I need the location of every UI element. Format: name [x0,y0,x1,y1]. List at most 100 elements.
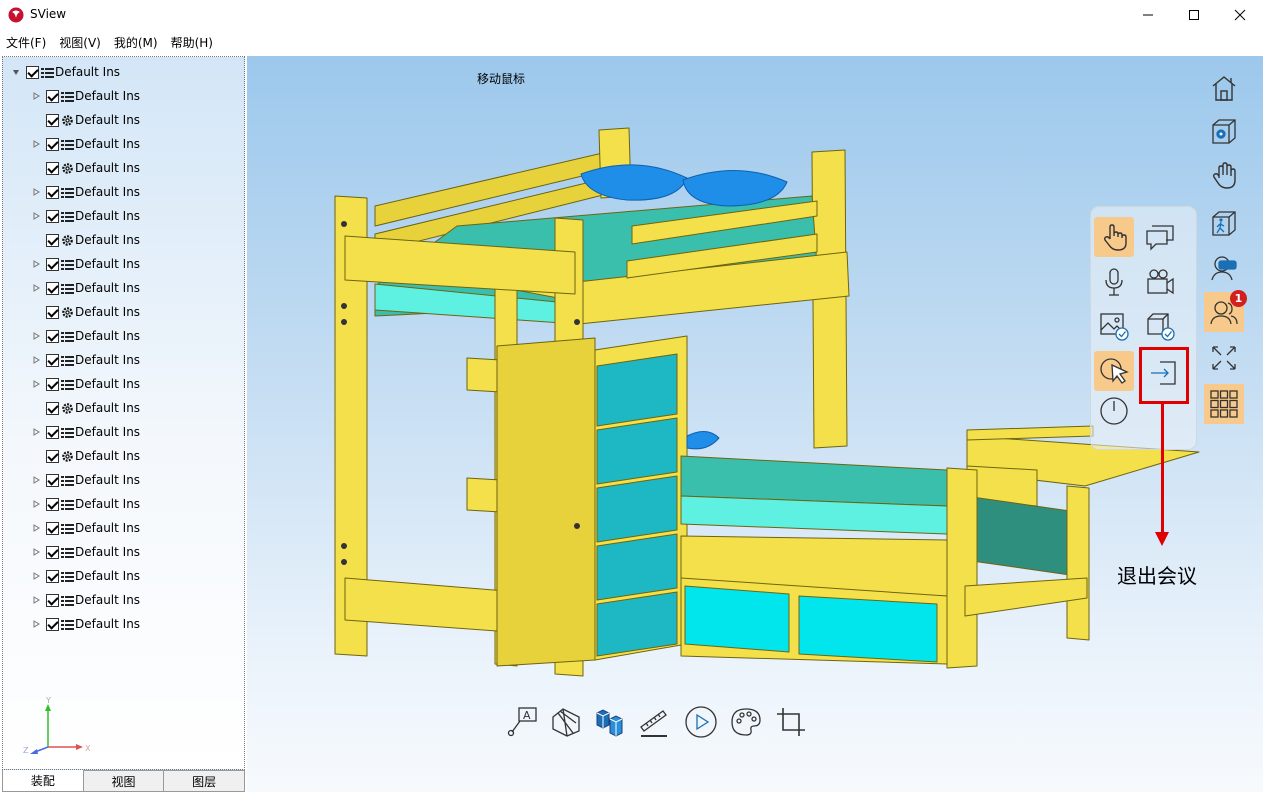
tab-assembly[interactable]: 装配 [2,770,84,792]
tree-node[interactable]: Default Ins [31,108,140,132]
visibility-checkbox[interactable] [46,473,59,487]
expand-toggle-icon[interactable] [31,619,41,629]
visibility-checkbox[interactable] [46,569,59,583]
3d-viewport[interactable]: 移动鼠标 1 退出会议 A [247,56,1263,792]
expand-toggle-icon[interactable] [31,91,41,101]
tree-node[interactable]: Default Ins [31,348,140,372]
expand-toggle-icon[interactable] [31,211,41,221]
expand-toggle-icon[interactable] [31,331,41,341]
expand-toggle-icon[interactable] [31,547,41,557]
play-animation-button[interactable] [683,704,719,740]
visibility-checkbox[interactable] [26,65,39,79]
explode-view-button[interactable] [592,704,628,740]
tree-node[interactable]: Default Ins [31,468,140,492]
maximize-button[interactable] [1171,0,1217,30]
timer-button[interactable] [1094,391,1134,431]
chat-button[interactable] [1140,217,1180,257]
menu-help[interactable]: 帮助(H) [171,34,213,51]
expand-toggle-icon[interactable] [31,523,41,533]
menu-file[interactable]: 文件(F) [6,34,46,51]
visibility-checkbox[interactable] [46,449,59,463]
visibility-checkbox[interactable] [46,209,59,223]
visibility-checkbox[interactable] [46,377,59,391]
visibility-checkbox[interactable] [46,521,59,535]
visibility-checkbox[interactable] [46,257,59,271]
tree-node[interactable]: Default Ins [31,324,140,348]
tree-node[interactable]: Default Ins [31,180,140,204]
visibility-checkbox[interactable] [46,137,59,151]
expand-toggle-icon[interactable] [31,475,41,485]
visibility-checkbox[interactable] [46,329,59,343]
visibility-checkbox[interactable] [46,89,59,103]
visibility-checkbox[interactable] [46,353,59,367]
fullscreen-button[interactable] [1204,338,1244,378]
expand-toggle-icon[interactable] [31,187,41,197]
expand-toggle-icon[interactable] [11,67,21,77]
visibility-checkbox[interactable] [46,185,59,199]
tree-node[interactable]: Default Ins [31,540,140,564]
microphone-button[interactable] [1094,262,1134,302]
close-button[interactable] [1217,0,1263,30]
tree-node[interactable]: Default Ins [31,156,140,180]
section-view-button[interactable] [548,704,584,740]
vr-button[interactable] [1204,248,1244,288]
tree-node[interactable]: Default Ins [31,588,140,612]
expand-toggle-icon[interactable] [31,139,41,149]
share-image-button[interactable] [1094,306,1134,346]
measure-button[interactable] [636,704,672,740]
visibility-checkbox[interactable] [46,113,59,127]
tree-node[interactable]: Default Ins [31,516,140,540]
visibility-checkbox[interactable] [46,593,59,607]
minimize-button[interactable] [1125,0,1171,30]
visibility-checkbox[interactable] [46,281,59,295]
visibility-checkbox[interactable] [46,545,59,559]
tree-node[interactable]: Default Ins [31,228,140,252]
tree-node[interactable]: Default Ins [31,276,140,300]
view-settings-button[interactable] [1204,112,1244,152]
tree-node[interactable]: Default Ins [31,372,140,396]
menu-view[interactable]: 视图(V) [59,34,101,51]
tree-node[interactable]: Default Ins [11,60,120,84]
tab-views[interactable]: 视图 [83,770,165,792]
raise-hand-button[interactable] [1094,217,1134,257]
pointer-button[interactable] [1094,351,1134,391]
expand-toggle-icon[interactable] [31,427,41,437]
expand-toggle-icon[interactable] [31,259,41,269]
tree-node[interactable]: Default Ins [31,84,140,108]
video-button[interactable] [1140,262,1180,302]
expand-toggle-icon[interactable] [31,595,41,605]
tree-node[interactable]: Default Ins [31,204,140,228]
tree-node[interactable]: Default Ins [31,300,140,324]
expand-toggle-icon[interactable] [31,379,41,389]
annotation-button[interactable]: A [504,704,540,740]
tree-node[interactable]: Default Ins [31,396,140,420]
palette-button[interactable] [728,704,764,740]
expand-toggle-icon[interactable] [31,499,41,509]
visibility-checkbox[interactable] [46,161,59,175]
visibility-checkbox[interactable] [46,497,59,511]
menu-mine[interactable]: 我的(M) [114,34,158,51]
tree-node[interactable]: Default Ins [31,420,140,444]
pan-button[interactable] [1204,156,1244,196]
tree-node[interactable]: Default Ins [31,444,140,468]
visibility-checkbox[interactable] [46,233,59,247]
expand-toggle-icon[interactable] [31,571,41,581]
visibility-checkbox[interactable] [46,617,59,631]
tree-node[interactable]: Default Ins [31,564,140,588]
walkthrough-button[interactable] [1204,204,1244,244]
tree-node[interactable]: Default Ins [31,612,140,636]
tab-layers[interactable]: 图层 [164,770,246,792]
tree-node[interactable]: Default Ins [31,492,140,516]
crop-button[interactable] [773,704,809,740]
tree-node[interactable]: Default Ins [31,132,140,156]
expand-toggle-icon[interactable] [31,355,41,365]
expand-toggle-icon[interactable] [31,283,41,293]
share-model-button[interactable] [1140,306,1180,346]
tree-node[interactable]: Default Ins [31,252,140,276]
visibility-checkbox[interactable] [46,401,59,415]
app-grid-button[interactable] [1204,384,1244,424]
meeting-button[interactable]: 1 [1204,290,1247,332]
visibility-checkbox[interactable] [46,305,59,319]
visibility-checkbox[interactable] [46,425,59,439]
home-view-button[interactable] [1204,68,1244,108]
